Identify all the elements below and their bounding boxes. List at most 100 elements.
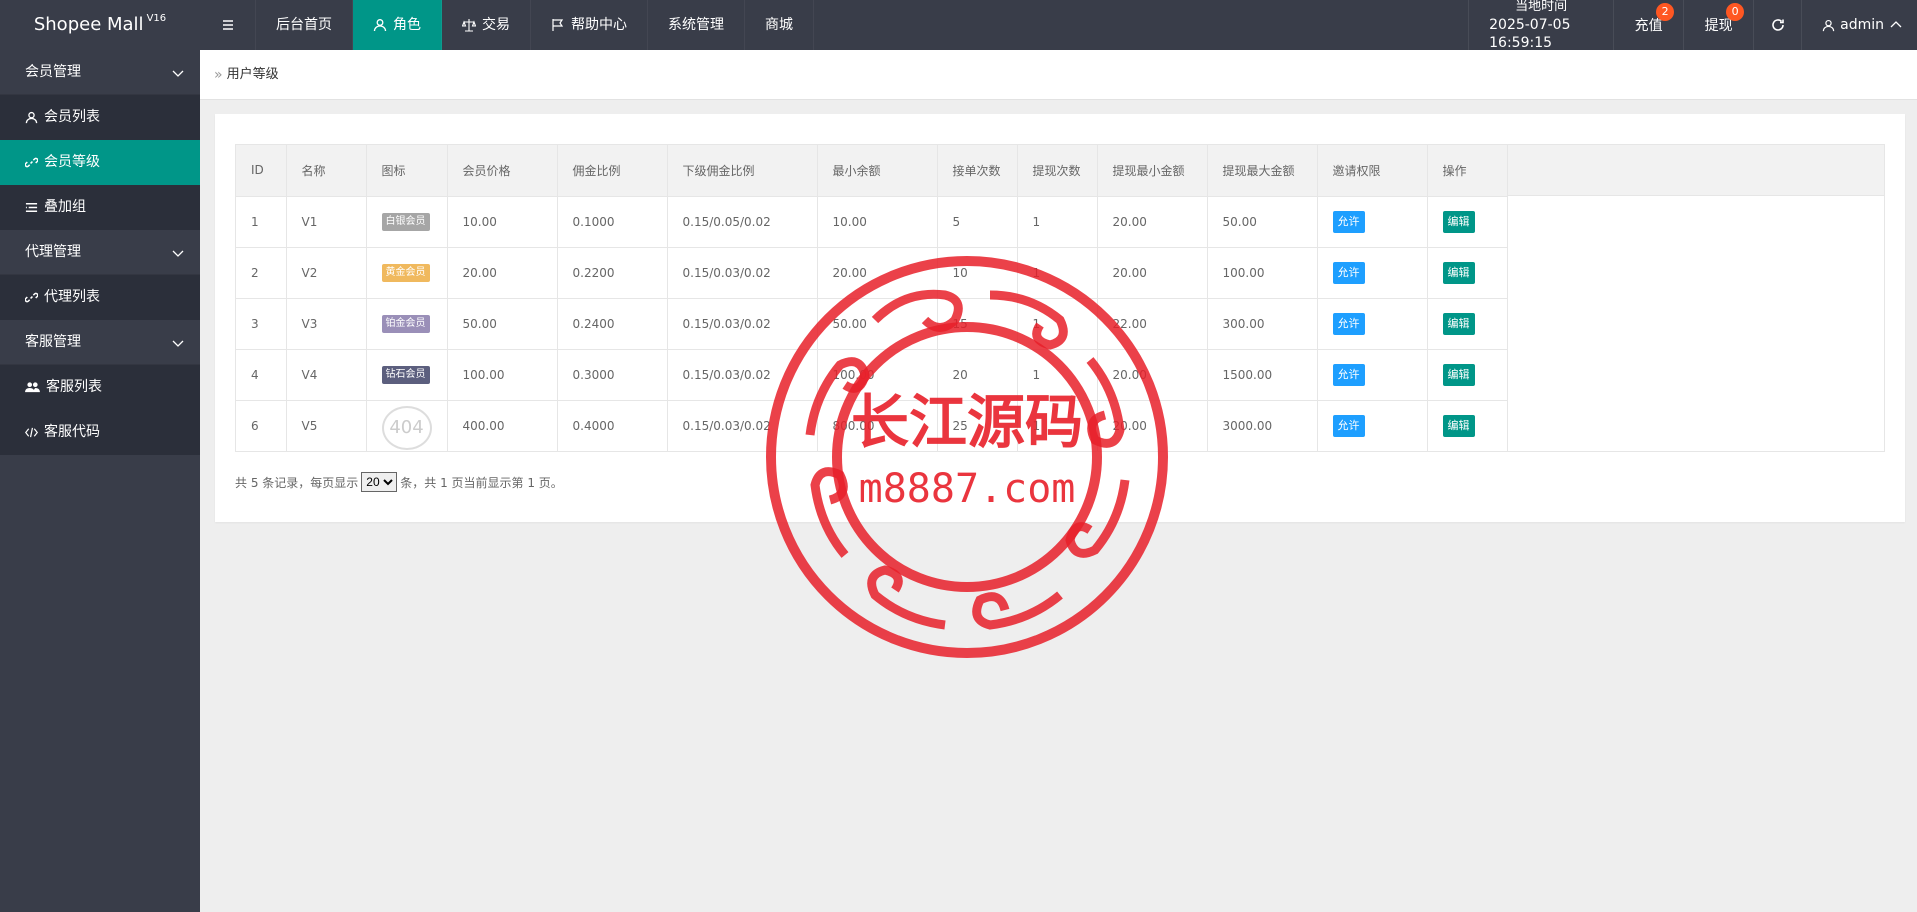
- cell-price: 400.00: [447, 400, 558, 451]
- sidebar-item-label: 会员列表: [44, 109, 100, 125]
- sidebar-item-agent-list[interactable]: 代理列表: [0, 275, 200, 320]
- table-row: 1 V1 白银会员 10.00 0.1000 0.15/0.05/0.02 10.00 5 1 2…: [236, 196, 1508, 248]
- level-badge-icon: 黄金会员: [381, 263, 430, 282]
- cell-id: 1: [236, 196, 287, 248]
- breadcrumb: » 用户等级: [200, 50, 1917, 100]
- nav-help[interactable]: 帮助中心: [531, 0, 648, 50]
- sidebar-item-label: 叠加组: [44, 199, 86, 215]
- cell-commission: 0.1000: [557, 196, 668, 248]
- invite-allow-button[interactable]: 允许: [1332, 210, 1365, 233]
- sidebar-group-agents-label: 代理管理: [25, 244, 81, 260]
- edit-button[interactable]: 编辑: [1442, 312, 1475, 335]
- breadcrumb-current: 用户等级: [226, 66, 279, 82]
- cell-invite: 允许: [1317, 400, 1428, 451]
- users-icon: [25, 382, 40, 393]
- nav-trade[interactable]: 交易: [442, 0, 531, 50]
- cell-commission: 0.3000: [557, 349, 668, 401]
- sidebar-item-stack-group[interactable]: 叠加组: [0, 185, 200, 230]
- sidebar-group-members[interactable]: 会员管理: [0, 50, 200, 95]
- cell-commission: 0.4000: [557, 400, 668, 451]
- broken-image-icon: 404: [381, 405, 432, 450]
- nav-system[interactable]: 系统管理: [648, 0, 745, 50]
- cell-icon: 404: [366, 400, 448, 451]
- sidebar-item-label: 客服列表: [46, 379, 102, 395]
- cell-withdraw-times: 1: [1017, 196, 1098, 248]
- invite-allow-button[interactable]: 允许: [1332, 363, 1365, 386]
- header-right: 当地时间 2025-07-05 16:59:15 充值 2 提现 0 admin: [1468, 0, 1917, 51]
- column-header: 佣金比例: [557, 145, 668, 197]
- cell-action: 编辑: [1427, 400, 1508, 451]
- column-header: 提现次数: [1017, 145, 1098, 197]
- edit-button[interactable]: 编辑: [1442, 414, 1475, 437]
- table-row: 6 V5 404 400.00 0.4000 0.15/0.03/0.02 800.00 25…: [236, 400, 1508, 451]
- nav-role[interactable]: 角色: [353, 0, 442, 50]
- cell-action: 编辑: [1427, 247, 1508, 299]
- table-row: 4 V4 钻石会员 100.00 0.3000 0.15/0.03/0.02 100.00 2…: [236, 349, 1508, 401]
- sidebar-item-member-list[interactable]: 会员列表: [0, 95, 200, 140]
- table-row: 3 V3 铂金会员 50.00 0.2400 0.15/0.03/0.02 50.00 15 1…: [236, 298, 1508, 350]
- table-header-row: ID 名称 图标 会员价格 佣金比例 下级佣金比例 最小余额 接单次数 提现次数 提现最小金额 提现…: [236, 145, 1508, 197]
- level-badge-icon: 白银会员: [381, 212, 430, 231]
- cell-action: 编辑: [1427, 196, 1508, 248]
- invite-allow-button[interactable]: 允许: [1332, 261, 1365, 284]
- cell-withdraw-times: 1: [1017, 298, 1098, 350]
- cell-orders: 20: [937, 349, 1018, 401]
- nav-home[interactable]: 后台首页: [256, 0, 353, 50]
- sidebar-group-members-label: 会员管理: [25, 64, 81, 80]
- cell-withdraw-times: 1: [1017, 247, 1098, 299]
- edit-button[interactable]: 编辑: [1442, 261, 1475, 284]
- recharge-badge: 2: [1656, 3, 1675, 21]
- cell-id: 3: [236, 298, 287, 350]
- invite-allow-button[interactable]: 允许: [1332, 312, 1365, 335]
- level-badge-icon: 钻石会员: [381, 365, 430, 384]
- cell-price: 50.00: [447, 298, 558, 350]
- invite-allow-button[interactable]: 允许: [1332, 414, 1365, 437]
- level-badge-icon: 铂金会员: [381, 314, 430, 333]
- app-logo[interactable]: Shopee Mall V16: [0, 0, 200, 50]
- cell-commission: 0.2200: [557, 247, 668, 299]
- sidebar-item-support-list[interactable]: 客服列表: [0, 365, 200, 410]
- cell-withdraw-min: 20.00: [1097, 400, 1208, 451]
- edit-button[interactable]: 编辑: [1442, 363, 1475, 386]
- nav-help-label: 帮助中心: [571, 17, 627, 33]
- cell-name: V2: [286, 247, 367, 299]
- cell-id: 2: [236, 247, 287, 299]
- menu-toggle-button[interactable]: [200, 0, 256, 50]
- cell-min-balance: 800.00: [817, 400, 938, 451]
- cell-withdraw-max: 1500.00: [1207, 349, 1318, 401]
- nav-mall-label: 商城: [765, 17, 793, 33]
- nav-system-label: 系统管理: [668, 17, 724, 33]
- list-icon: [25, 203, 38, 212]
- column-header: 接单次数: [937, 145, 1018, 197]
- cell-invite: 允许: [1317, 349, 1428, 401]
- link-icon: [25, 292, 38, 303]
- withdraw-button[interactable]: 提现 0: [1683, 0, 1753, 50]
- column-header: 操作: [1427, 145, 1508, 197]
- level-table: ID 名称 图标 会员价格 佣金比例 下级佣金比例 最小余额 接单次数 提现次数 提现最小金额 提现…: [236, 145, 1508, 451]
- cell-icon: 钻石会员: [366, 349, 448, 401]
- user-menu[interactable]: admin: [1801, 0, 1917, 50]
- page-size-select[interactable]: 20: [361, 472, 398, 492]
- user-icon: [373, 19, 387, 32]
- column-header: 提现最大金额: [1207, 145, 1318, 197]
- column-header: 下级佣金比例: [667, 145, 818, 197]
- cell-name: V3: [286, 298, 367, 350]
- column-header: 图标: [366, 145, 448, 197]
- sidebar-item-member-level[interactable]: 会员等级: [0, 140, 200, 185]
- edit-button[interactable]: 编辑: [1442, 210, 1475, 233]
- cell-name: V5: [286, 400, 367, 451]
- cell-min-balance: 50.00: [817, 298, 938, 350]
- sidebar-item-support-code[interactable]: 客服代码: [0, 410, 200, 455]
- cell-withdraw-min: 20.00: [1097, 196, 1208, 248]
- cell-withdraw-times: 1: [1017, 400, 1098, 451]
- sidebar-group-agents[interactable]: 代理管理: [0, 230, 200, 275]
- recharge-button[interactable]: 充值 2: [1613, 0, 1683, 50]
- refresh-button[interactable]: [1753, 0, 1801, 50]
- cell-icon: 黄金会员: [366, 247, 448, 299]
- sidebar-group-support[interactable]: 客服管理: [0, 320, 200, 365]
- cell-orders: 15: [937, 298, 1018, 350]
- cell-sub-commission: 0.15/0.03/0.02: [667, 349, 818, 401]
- pager-suffix: 条，共 1 页当前显示第 1 页。: [400, 475, 563, 490]
- nav-mall[interactable]: 商城: [745, 0, 814, 50]
- chevron-down-icon: [172, 340, 184, 347]
